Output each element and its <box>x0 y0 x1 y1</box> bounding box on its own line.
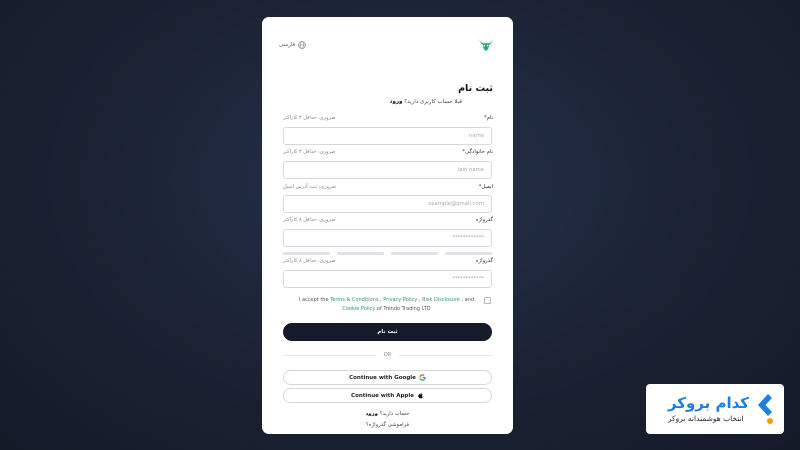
email-hint: ضروری، ثبت آدرس ایمیل <box>283 184 337 190</box>
bull-logo <box>478 38 494 52</box>
privacy-policy-link[interactable]: Privacy Policy <box>383 297 417 303</box>
or-label: OR <box>383 352 392 358</box>
language-selector[interactable]: فارسی <box>279 41 306 49</box>
login-prompt-text: قبلا حساب کاربری دارید؟ <box>404 99 462 105</box>
confirm-password-hint: ضروری، حداقل ۸ کاراکتر <box>283 258 336 264</box>
accept-terms-checkbox[interactable] <box>484 297 491 304</box>
password-hint: ضروری، حداقل ۸ کاراکتر <box>283 217 336 223</box>
footer-login-row: حساب دارید؟ ورود <box>262 411 513 417</box>
confirm-password-input[interactable]: ************ <box>283 270 492 288</box>
language-label: فارسی <box>279 42 296 48</box>
or-divider: OR <box>283 351 493 359</box>
confirm-password-label: گذرواژه <box>475 258 493 264</box>
terms-link[interactable]: Terms & Conditions <box>330 297 378 303</box>
brand-chevron-logo <box>758 394 773 424</box>
strength-segment <box>445 252 492 255</box>
brand-tagline: انتخاب هوشمندانه بروکر <box>667 414 744 423</box>
google-icon <box>419 374 426 381</box>
footer-account-text: حساب دارید؟ <box>379 411 410 417</box>
strength-segment <box>283 252 330 255</box>
strength-segment <box>391 252 438 255</box>
risk-disclosure-link[interactable]: Risk Disclosure <box>422 297 460 303</box>
apple-icon <box>418 392 423 399</box>
globe-icon <box>298 41 306 49</box>
login-link[interactable]: ورود <box>390 99 403 105</box>
register-button[interactable]: ثبت نام <box>283 323 492 341</box>
divider-line <box>283 354 376 356</box>
first-name-label: نام* <box>483 115 493 121</box>
email-input[interactable]: example@gmail.com <box>283 195 492 213</box>
brand-name: کدام بروکر <box>667 394 749 412</box>
terms-prefix: I accept the <box>298 297 331 303</box>
divider-line <box>399 354 493 356</box>
last-name-label: نام خانوادگی* <box>462 149 493 155</box>
cookie-policy-link[interactable]: Cookie Policy <box>342 306 375 312</box>
last-name-input[interactable]: last name <box>283 161 492 179</box>
first-name-input[interactable]: name <box>283 127 492 145</box>
password-strength-meter <box>283 252 492 255</box>
google-button-label: Continue with Google <box>349 374 416 381</box>
signup-card: فارسی ثبت نام قبلا حساب کاربری دارید؟ ور… <box>262 17 513 434</box>
apple-button-label: Continue with Apple <box>351 392 414 399</box>
brand-watermark: کدام بروکر انتخاب هوشمندانه بروکر <box>646 384 784 434</box>
terms-separator: , and <box>459 297 475 303</box>
forgot-password-link[interactable]: فراموشی گذرواژه؟ <box>262 422 513 428</box>
page-title: ثبت نام <box>458 83 493 94</box>
strength-segment <box>337 252 384 255</box>
first-name-hint: ضروری، حداقل ۳ کاراکتر <box>283 115 336 121</box>
password-input[interactable]: ************ <box>283 229 492 247</box>
terms-suffix: of Trendo Trading LTD <box>375 305 431 312</box>
password-label: گذرواژه <box>475 217 493 223</box>
terms-text: I accept the Terms & Conditions , Privac… <box>292 296 481 313</box>
login-prompt: قبلا حساب کاربری دارید؟ ورود <box>390 99 462 105</box>
footer-login-link[interactable]: ورود <box>366 411 378 417</box>
google-signin-button[interactable]: Continue with Google <box>283 370 492 385</box>
email-label: ایمیل* <box>478 184 493 190</box>
last-name-hint: ضروری، حداقل ۳ کاراکتر <box>283 149 336 155</box>
apple-signin-button[interactable]: Continue with Apple <box>283 388 492 403</box>
